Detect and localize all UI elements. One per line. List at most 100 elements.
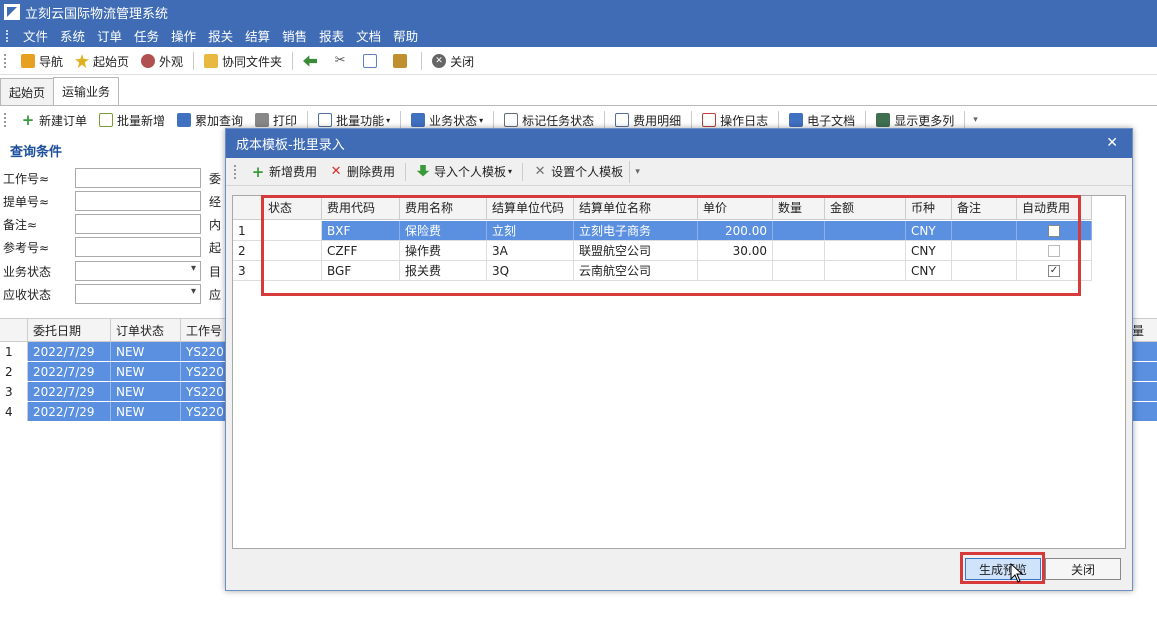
table-row-tail[interactable] (1132, 382, 1157, 402)
document-tabs: 起始页 运输业务 (0, 77, 1157, 106)
menu-customs[interactable]: 报关 (202, 26, 239, 45)
batch-functions-label: 批量功能 (336, 113, 385, 128)
palette-icon (141, 54, 156, 68)
table-row-tail[interactable] (1132, 362, 1157, 382)
menu-reports[interactable]: 报表 (313, 26, 350, 45)
mark-task-status-label: 标记任务状态 (522, 113, 595, 128)
row-number: 3 (0, 382, 28, 401)
main-toolbar: 导航 起始页 外观 协同文件夹 ✂ ✕ 关闭 (0, 48, 1157, 75)
menu-order[interactable]: 订单 (91, 26, 128, 45)
cut-button[interactable]: ✂ (327, 50, 357, 72)
close-button[interactable]: ✕ 关闭 (426, 50, 480, 72)
appearance-button[interactable]: 外观 (135, 50, 189, 72)
toolbar-grip (4, 113, 7, 127)
row-number: 4 (0, 402, 28, 421)
batch-add-label: 批量新增 (117, 113, 166, 128)
add-icon: + (21, 111, 35, 129)
delete-fee-button[interactable]: ✕ 删除费用 (323, 161, 401, 183)
row-number: 1 (233, 221, 263, 240)
shared-folder-button[interactable]: 协同文件夹 (198, 50, 288, 72)
dialog-titlebar[interactable]: 成本模板-批里录入 ✕ (226, 129, 1132, 158)
toolbar-separator (292, 52, 294, 70)
start-page-button[interactable]: 起始页 (69, 50, 135, 72)
star-icon (75, 54, 90, 68)
cell-date: 2022/7/29 (28, 342, 111, 361)
column-header[interactable]: 订单状态 (111, 319, 181, 341)
highlight-box (261, 195, 1081, 296)
row-number: 2 (0, 362, 28, 381)
menu-sales[interactable]: 销售 (276, 26, 313, 45)
toolbar-overflow-icon[interactable]: ▾ (969, 115, 982, 125)
job-no-input[interactable] (75, 168, 201, 188)
menu-help[interactable]: 帮助 (387, 26, 424, 45)
search-icon (177, 113, 192, 127)
table-row-tail[interactable] (1132, 402, 1157, 422)
shared-folder-label: 协同文件夹 (222, 54, 283, 69)
cumulative-query-label: 累加查询 (195, 113, 244, 128)
import-template-dropdown[interactable]: 导入个人模板 ▾ (410, 161, 518, 183)
query-row-receivable-status: 应收状态 应 (3, 284, 221, 304)
query-row-reference-no: 参考号≈ 起 (3, 237, 221, 257)
orders-grid-right-columns: 量 (1132, 318, 1157, 423)
chevron-down-icon: ▾ (386, 115, 391, 125)
cell-date: 2022/7/29 (28, 362, 111, 381)
menu-system[interactable]: 系统 (54, 26, 91, 45)
add-fee-button[interactable]: + 新增费用 (245, 161, 323, 183)
dialog-close-button[interactable]: 关闭 (1045, 558, 1121, 580)
set-template-label: 设置个人模板 (551, 165, 624, 179)
folder-icon (204, 54, 219, 68)
table-row-tail[interactable] (1132, 342, 1157, 362)
query-label: 起 (209, 240, 222, 255)
fee-detail-label: 费用明细 (633, 113, 682, 128)
undo-button[interactable] (297, 50, 327, 72)
toolbar-separator (307, 111, 309, 129)
toolbar-grip (234, 164, 237, 179)
cell-status: NEW (111, 342, 181, 361)
dialog-title: 成本模板-批里录入 (236, 138, 345, 153)
query-label: 应收状态 (3, 287, 52, 302)
menu-file[interactable]: 文件 (17, 26, 54, 45)
log-icon (702, 113, 717, 127)
columns-icon (876, 113, 891, 127)
navigation-button[interactable]: 导航 (15, 50, 69, 72)
row-number: 2 (233, 241, 263, 260)
business-status-select[interactable] (75, 261, 201, 281)
cell-status: NEW (111, 402, 181, 421)
close-label: 关闭 (450, 54, 475, 69)
menu-task[interactable]: 任务 (128, 26, 165, 45)
menu-settlement[interactable]: 结算 (239, 26, 276, 45)
paste-icon (393, 54, 408, 68)
set-template-button[interactable]: ✕ 设置个人模板 (527, 161, 629, 183)
bl-no-input[interactable] (75, 191, 201, 211)
query-row-job-no: 工作号≈ 委 (3, 168, 221, 188)
tab-start-page[interactable]: 起始页 (0, 78, 55, 105)
query-row-business-status: 业务状态 目 (3, 261, 221, 281)
query-label: 提单号≈ (3, 194, 50, 209)
menu-documents[interactable]: 文档 (350, 26, 387, 45)
toolbar-overflow-icon[interactable]: ▾ (629, 160, 645, 183)
toolbar-separator (604, 111, 606, 129)
delete-fee-label: 删除费用 (347, 165, 396, 179)
copy-button[interactable] (357, 50, 387, 72)
query-label: 应 (209, 287, 222, 302)
tab-transport-business[interactable]: 运输业务 (53, 77, 120, 105)
batch-add-button[interactable]: 批量新增 (93, 109, 171, 131)
remark-input[interactable] (75, 214, 201, 234)
dialog-close-icon[interactable]: ✕ (1106, 135, 1118, 151)
delete-icon: ✕ (330, 163, 342, 179)
menubar: 文件 系统 订单 任务 操作 报关 结算 销售 报表 文档 帮助 (0, 24, 1157, 47)
undo-icon (303, 55, 318, 67)
reference-no-input[interactable] (75, 237, 201, 257)
operation-log-label: 操作日志 (720, 113, 769, 128)
new-order-button[interactable]: + 新建订单 (15, 109, 93, 131)
column-header[interactable]: 量 (1132, 318, 1157, 342)
paste-button[interactable] (387, 50, 417, 72)
column-header[interactable]: 委托日期 (28, 319, 111, 341)
menu-operation[interactable]: 操作 (165, 26, 202, 45)
toolbar-separator (964, 111, 966, 129)
query-label: 业务状态 (3, 264, 52, 279)
row-number-header (0, 319, 28, 341)
cell-status: NEW (111, 362, 181, 381)
import-template-label: 导入个人模板 (434, 165, 507, 179)
receivable-status-select[interactable] (75, 284, 201, 304)
